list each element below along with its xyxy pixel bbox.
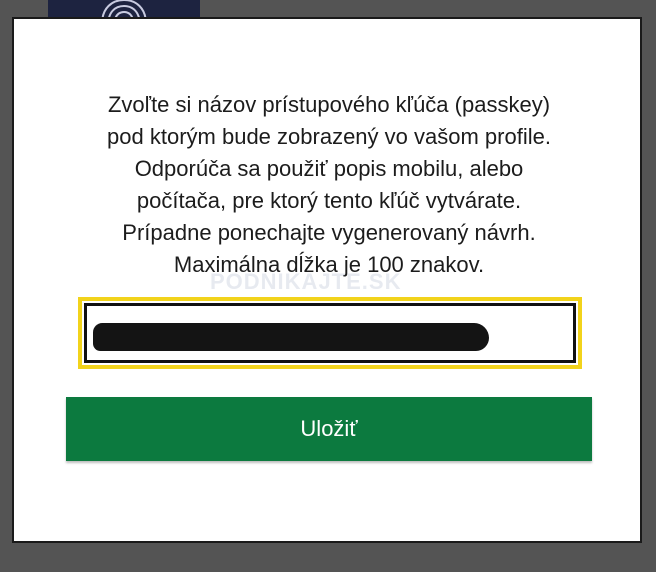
message-line: Odporúča sa použiť popis mobilu, alebo — [134, 156, 524, 181]
save-button[interactable]: Uložiť — [66, 397, 592, 461]
passkey-name-dialog: Zvoľte si názov prístupového kľúča (pass… — [12, 17, 642, 543]
message-line: pod ktorým bude zobrazený vo vašom profi… — [107, 124, 551, 149]
fingerprint-thumbnail — [48, 0, 200, 18]
fingerprint-icon — [101, 0, 147, 18]
message-line: počítača, pre ktorý tento kľúč vytvárate… — [136, 188, 522, 213]
message-line: Zvoľte si názov prístupového kľúča (pass… — [107, 92, 551, 117]
dialog-message: Zvoľte si názov prístupového kľúča (pass… — [34, 89, 624, 281]
message-line: Prípadne ponechajte vygenerovaný návrh. — [122, 220, 536, 245]
redacted-value — [93, 323, 489, 351]
passkey-name-field-focus-ring — [78, 297, 582, 369]
message-line: Maximálna dĺžka je 100 znakov. — [173, 252, 485, 277]
